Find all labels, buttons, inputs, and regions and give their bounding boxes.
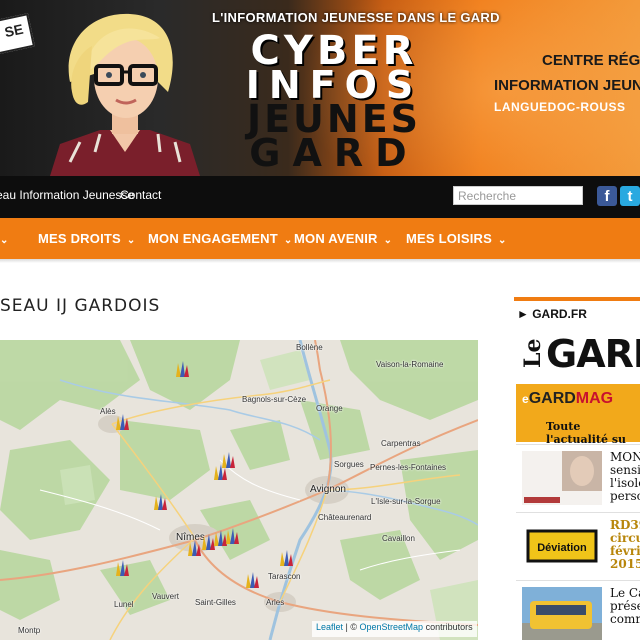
nav-item-mon-engagement[interactable]: MON ENGAGEMENT ⌄ (148, 231, 293, 246)
mag-gard: GARD (528, 390, 576, 407)
map-label: Tarascon (268, 572, 301, 581)
map-label: Vauvert (152, 592, 179, 601)
link-reseau-information-jeunesse[interactable]: eau Information Jeunesse (0, 188, 134, 202)
chevron-down-icon: ⌄ (126, 235, 136, 246)
nav-item-label: MON AVENIR (294, 231, 378, 246)
chevron-down-icon: ⌄ (383, 235, 393, 246)
crij-line-3: LANGUEDOC-ROUSS (494, 100, 626, 114)
main-nav: ⌄ MES DROITS ⌄ MON ENGAGEMENT ⌄ MON AVENIR… (0, 218, 640, 263)
search-input[interactable]: Recherche (453, 186, 583, 205)
map-label: Orange (316, 404, 343, 413)
page-title: SEAU IJ GARDOIS (0, 296, 161, 316)
corner-badge: SE (0, 13, 35, 57)
sidebar-heading-text: GARD.FR (532, 307, 587, 321)
map-tiles (0, 340, 478, 640)
logo-le: Le (520, 338, 546, 368)
link-contact[interactable]: Contact (120, 188, 161, 202)
openstreetmap-link[interactable]: OpenStreetMap (360, 622, 424, 632)
map-marker-icon[interactable] (114, 558, 130, 578)
map-label: Sorgues (334, 460, 364, 469)
news-item[interactable]: MON sensi l'isole perso (516, 444, 640, 511)
news-item[interactable]: Déviation RD39 circu févrie 2015 (516, 512, 640, 579)
map-attribution: Leaflet | © OpenStreetMap contributors (312, 621, 477, 637)
map-label: Bagnols-sur-Cèze (242, 395, 307, 404)
header-tagline: L'INFORMATION JEUNESSE DANS LE GARD (212, 10, 500, 25)
map-label: Arles (266, 598, 285, 607)
gard-widget: Le GARD eGARDMAG Toute l'actualité su MO… (516, 328, 640, 640)
nav-item-mes-loisirs[interactable]: MES LOISIRS ⌄ (406, 231, 507, 246)
map-label: Lunel (114, 600, 134, 609)
chevron-down-icon: ⌄ (283, 235, 293, 246)
map-label: Vaison-la-Romaine (376, 360, 444, 369)
facebook-icon[interactable]: f (597, 186, 617, 206)
le-gard-logo[interactable]: Le GARD (516, 328, 640, 384)
twitter-icon[interactable]: t (620, 186, 640, 206)
map-label: L'Isle-sur-la-Sorgue (371, 497, 441, 506)
site-logo[interactable]: CYBER INFOS JEUNES GARD (228, 31, 440, 175)
map-marker-icon[interactable] (114, 412, 130, 432)
chevron-down-icon: ⌄ (0, 235, 9, 246)
crij-banner-text: CENTRE RÉGI INFORMATION JEUN LANGUEDOC-R… (488, 52, 640, 114)
map-marker-icon[interactable] (278, 548, 294, 568)
crij-line-2: INFORMATION JEUN (494, 77, 640, 94)
logo-line-gard: GARD (249, 131, 419, 175)
egardmag-title: eGARDMAG (522, 390, 613, 408)
egardmag-banner[interactable]: eGARDMAG Toute l'actualité su (516, 384, 640, 446)
map-label: Avignon (310, 484, 346, 495)
crij-line-1: CENTRE RÉGI (542, 52, 640, 69)
map-label: Pernes-les-Fontaines (370, 463, 447, 472)
news-item[interactable]: Le Ca prése comm (516, 580, 640, 640)
attribution-tail: contributors (423, 622, 473, 632)
map-label: Châteaurenard (318, 513, 372, 522)
nav-item-label: MON ENGAGEMENT (148, 231, 278, 246)
news-item-text: MON sensi l'isole perso (610, 450, 640, 503)
map-marker-icon[interactable] (244, 570, 260, 590)
map-marker-icon[interactable] (212, 462, 228, 482)
map-label: Saint-Gilles (195, 598, 236, 607)
nav-shadow (0, 259, 640, 263)
top-links-bar: eau Information Jeunesse Contact Recherc… (0, 176, 640, 218)
news-thumbnail (522, 587, 602, 640)
mag-e: e (522, 392, 529, 406)
chevron-down-icon: ⌄ (498, 235, 507, 246)
egardmag-tagline: Toute l'actualité su (546, 420, 627, 446)
leaflet-map[interactable]: Bollène Vaison-la-Romaine Bagnols-sur-Cè… (0, 340, 478, 640)
logo-gard: GARD (546, 332, 640, 376)
mag-mag: MAG (575, 390, 614, 407)
nav-item-partial[interactable]: ⌄ (0, 231, 9, 246)
map-marker-icon[interactable] (174, 359, 190, 379)
corner-badge-text: SE (3, 20, 25, 41)
sidebar-heading: ► GARD.FR (517, 307, 587, 321)
map-marker-icon[interactable] (224, 526, 240, 546)
map-label: Bollène (296, 343, 323, 352)
site-header-banner: SE L'INFORMATION JEUNESSE DANS LE GARD C… (0, 0, 640, 176)
nav-item-label: MES DROITS (38, 231, 121, 246)
map-label: Carpentras (381, 439, 421, 448)
news-thumbnail: Déviation (522, 519, 602, 573)
news-item-text: RD39 circu févrie 2015 (610, 518, 640, 571)
nav-item-label: MES LOISIRS (406, 231, 492, 246)
news-thumbnail (522, 451, 602, 505)
attribution-separator: | © (343, 622, 360, 632)
nav-item-mon-avenir[interactable]: MON AVENIR ⌄ (294, 231, 392, 246)
deviation-sign-text: Déviation (537, 542, 587, 554)
nav-item-mes-droits[interactable]: MES DROITS ⌄ (38, 231, 136, 246)
map-marker-icon[interactable] (152, 492, 168, 512)
sidebar-accent-line (514, 297, 640, 301)
leaflet-link[interactable]: Leaflet (316, 622, 343, 632)
map-label: Cavaillon (382, 534, 415, 543)
mascot-girl-illustration (50, 13, 200, 176)
map-label: Montp (18, 626, 41, 635)
news-item-text: Le Ca prése comm (610, 586, 640, 626)
arrow-right-icon: ► (517, 307, 533, 321)
